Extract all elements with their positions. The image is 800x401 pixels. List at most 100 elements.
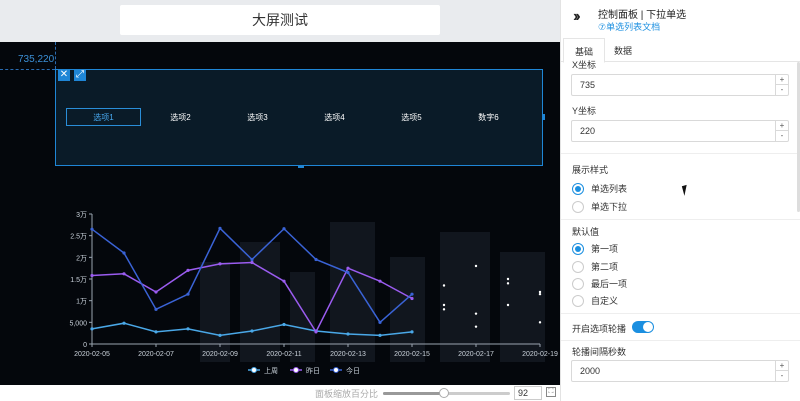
radio-label: 第二项 <box>591 262 619 272</box>
radio-label: 最后一项 <box>591 279 628 289</box>
radio-icon[interactable] <box>572 294 584 307</box>
data-point <box>90 273 94 278</box>
data-point <box>122 321 126 325</box>
data-point <box>538 290 542 294</box>
panel-header: ›› 控制面板 | 下拉单选 ⑦单选列表文档 <box>561 0 800 36</box>
carousel-label: 开启选项轮播 <box>572 324 627 334</box>
y-coordinate-stepper[interactable]: + - <box>775 121 788 141</box>
fit-screen-icon[interactable]: ⛶ <box>546 387 556 397</box>
collapse-panel-icon[interactable]: ›› <box>573 8 580 26</box>
radio-icon[interactable] <box>572 200 584 213</box>
x-tick-label: 2020-02-11 <box>266 351 301 358</box>
resize-handle-bottom[interactable] <box>298 165 304 168</box>
data-point <box>410 292 414 296</box>
data-point <box>378 279 382 283</box>
carousel-toggle[interactable] <box>632 321 654 333</box>
screen-title[interactable]: 大屏测试 <box>120 5 440 35</box>
data-point <box>122 272 126 276</box>
data-point <box>442 308 446 311</box>
zoom-slider-handle[interactable] <box>438 388 449 398</box>
x-coordinate-value: 735 <box>580 80 596 90</box>
dropdown-radio-widget[interactable]: ✕ ⤢ 选项1 选项2 选项3 选项4 选项5 数字6 <box>55 69 545 168</box>
radio-icon[interactable] <box>572 242 584 255</box>
series-line-上周 <box>91 322 413 337</box>
data-point <box>314 257 318 262</box>
option-item[interactable]: 数字6 <box>451 108 526 126</box>
coordinate-readout: 735,220 <box>18 54 55 65</box>
default-label: 默认值 <box>572 227 600 237</box>
x-tick-label: 2020-02-07 <box>138 351 174 358</box>
y-tick-label: 2.5万 <box>70 233 87 241</box>
x-tick-label: 2020-02-19 <box>522 351 558 358</box>
radio-icon[interactable] <box>572 260 584 273</box>
x-tick-label: 2020-02-13 <box>330 351 366 358</box>
option-item[interactable]: 选项2 <box>143 108 218 126</box>
data-point <box>282 322 286 327</box>
default-option[interactable]: 自定义 <box>572 294 618 307</box>
data-point <box>474 312 478 315</box>
data-point <box>410 296 414 301</box>
option-item[interactable]: 选项5 <box>374 108 449 126</box>
data-point <box>90 227 94 231</box>
close-icon[interactable]: ✕ <box>58 69 70 81</box>
x-coordinate-stepper[interactable]: + - <box>775 75 788 95</box>
interval-label: 轮播间隔秒数 <box>572 347 627 357</box>
doc-link[interactable]: ⑦单选列表文档 <box>598 20 660 33</box>
data-point <box>506 282 510 285</box>
radio-icon[interactable] <box>572 182 584 195</box>
x-tick-label: 2020-02-17 <box>458 351 494 358</box>
data-point <box>154 307 158 311</box>
legend-label: 今日 <box>346 366 360 375</box>
data-point <box>154 290 158 294</box>
default-option[interactable]: 第二项 <box>572 260 618 273</box>
step-down-button[interactable]: - <box>776 371 788 381</box>
option-item[interactable]: 选项4 <box>297 108 372 126</box>
zoom-slider-fill <box>383 392 444 395</box>
data-point <box>474 264 478 268</box>
step-down-button[interactable]: - <box>776 85 788 95</box>
data-point <box>90 327 94 331</box>
style-option[interactable]: 单选下拉 <box>572 200 627 213</box>
radio-icon[interactable] <box>572 277 584 290</box>
step-up-button[interactable]: + <box>776 121 788 131</box>
default-option[interactable]: 最后一项 <box>572 277 627 290</box>
step-down-button[interactable]: - <box>776 131 788 141</box>
interval-stepper[interactable]: + - <box>775 361 788 381</box>
guide-line-horizontal <box>0 69 55 70</box>
y-tick-label: 1万 <box>76 298 87 306</box>
y-coordinate-value: 220 <box>580 126 596 136</box>
panel-tabs: 基础 数据 <box>561 38 800 63</box>
option-item[interactable]: 选项3 <box>220 108 295 126</box>
step-up-button[interactable]: + <box>776 75 788 85</box>
data-point <box>378 320 382 324</box>
interval-input[interactable]: 2000 + - <box>571 360 789 382</box>
data-point <box>186 292 190 296</box>
data-point <box>250 329 254 333</box>
interval-value: 2000 <box>580 366 601 376</box>
option-item[interactable]: 选项1 <box>66 108 141 126</box>
x-coordinate-input[interactable]: 735 + - <box>571 74 789 96</box>
stage[interactable]: 735,220 ✕ ⤢ 选项1 选项2 选项3 选项4 选项5 数字6 0 5,0… <box>0 42 560 401</box>
tab-data[interactable]: 数据 <box>603 38 643 62</box>
data-point <box>346 332 350 336</box>
y-tick-label: 0 <box>83 342 87 349</box>
legend-label: 上周 <box>264 366 278 375</box>
data-point <box>186 327 190 331</box>
resize-handle-right[interactable] <box>542 114 545 120</box>
data-point <box>250 257 254 262</box>
legend-marker <box>293 367 299 373</box>
y-coordinate-label: Y坐标 <box>572 106 597 116</box>
radio-label: 第一项 <box>591 244 619 254</box>
control-panel: ›› 控制面板 | 下拉单选 ⑦单选列表文档 基础 数据 X坐标 735 + - … <box>560 0 800 401</box>
legend-marker <box>333 367 339 373</box>
x-tick-label: 2020-02-05 <box>74 351 110 358</box>
y-coordinate-input[interactable]: 220 + - <box>571 120 789 142</box>
default-option[interactable]: 第一项 <box>572 242 618 255</box>
zoom-slider[interactable] <box>383 388 510 398</box>
step-up-button[interactable]: + <box>776 361 788 371</box>
style-option[interactable]: 单选列表 <box>572 182 627 195</box>
zoom-input[interactable]: 92 <box>514 386 542 400</box>
data-point <box>506 303 510 307</box>
expand-icon[interactable]: ⤢ <box>74 69 86 81</box>
data-point <box>314 330 318 334</box>
